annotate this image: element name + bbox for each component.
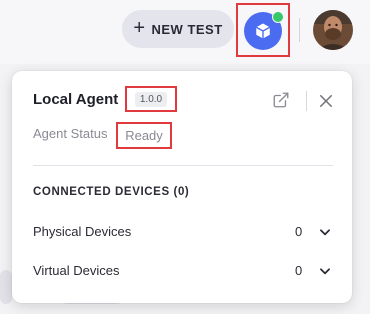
device-label: Physical Devices [33, 224, 132, 239]
device-label: Virtual Devices [33, 263, 120, 278]
agent-status-value: Ready [125, 128, 163, 143]
plus-icon: + [133, 17, 146, 39]
version-highlight: 1.0.0 [125, 86, 177, 112]
background-pill [0, 270, 12, 304]
external-link-button[interactable] [272, 91, 290, 109]
header-divider [306, 91, 307, 111]
close-button[interactable] [317, 92, 335, 110]
device-count: 0 [295, 263, 303, 278]
external-link-icon [273, 92, 289, 108]
close-icon [320, 95, 332, 107]
chevron-down-icon[interactable] [318, 225, 332, 239]
top-bar: + NEW TEST [0, 0, 370, 64]
physical-devices-row[interactable]: Physical Devices 0 [33, 219, 335, 245]
topbar-divider [299, 18, 300, 42]
cube-icon [255, 23, 271, 39]
popup-title: Local Agent [33, 91, 119, 108]
online-status-dot [272, 11, 284, 23]
status-highlight: Ready [116, 122, 172, 149]
agent-button-highlight [236, 3, 290, 57]
new-test-label: NEW TEST [151, 21, 223, 37]
version-badge: 1.0.0 [134, 91, 168, 107]
agent-status-label: Agent Status [33, 126, 108, 141]
virtual-devices-row[interactable]: Virtual Devices 0 [33, 258, 335, 284]
chevron-down-icon[interactable] [318, 264, 332, 278]
device-count: 0 [295, 224, 303, 239]
local-agent-popup: Local Agent 1.0.0 Agent Status Ready CON… [12, 71, 352, 303]
new-test-button[interactable]: + NEW TEST [122, 10, 234, 48]
connected-devices-header: CONNECTED DEVICES (0) [33, 186, 190, 198]
section-divider [33, 165, 333, 166]
user-avatar[interactable] [313, 10, 353, 50]
